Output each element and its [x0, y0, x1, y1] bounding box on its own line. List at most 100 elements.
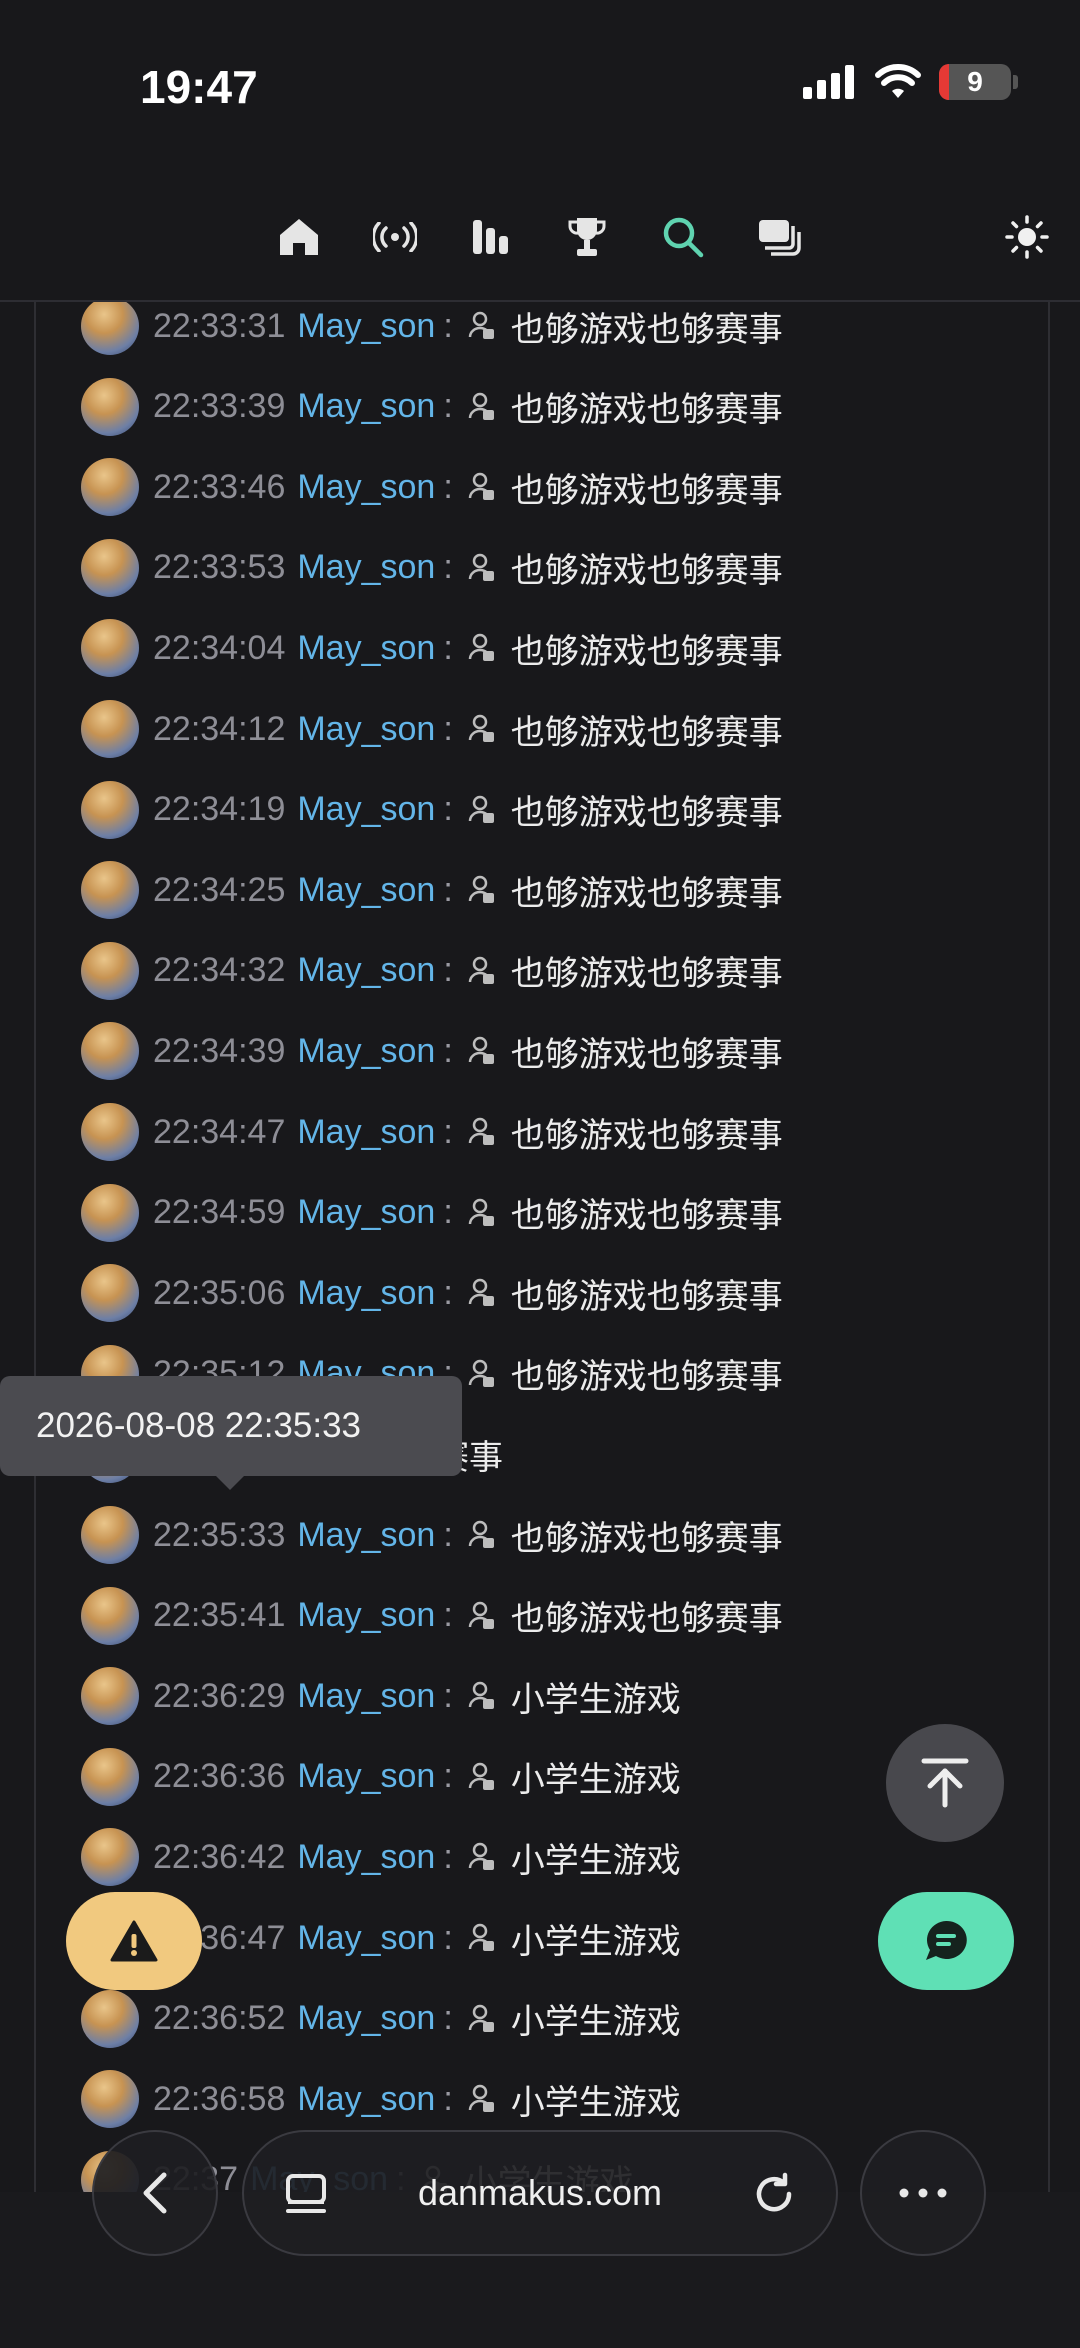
message-user[interactable]: May_son: [297, 871, 435, 910]
message-time[interactable]: 22:35:33: [153, 1516, 285, 1555]
search-icon[interactable]: [652, 206, 714, 268]
message-time[interactable]: 22:36:42: [153, 1838, 285, 1877]
message-user[interactable]: May_son: [297, 790, 435, 829]
user-badge-icon: [467, 956, 497, 986]
avatar[interactable]: [81, 780, 139, 839]
message-time[interactable]: 22:33:46: [153, 468, 285, 507]
danmaku-row[interactable]: 22:36:42 May_son: 小学生游戏: [81, 1817, 681, 1897]
message-time[interactable]: 22:36:36: [153, 1757, 285, 1796]
reload-icon[interactable]: [748, 2168, 800, 2220]
message-user[interactable]: May_son: [297, 1193, 435, 1232]
message-user[interactable]: May_son: [297, 1274, 435, 1313]
message-user[interactable]: May_son: [297, 1596, 435, 1635]
message-user[interactable]: May_son: [297, 1919, 435, 1958]
address-bar[interactable]: danmakus.com: [242, 2130, 838, 2256]
back-button[interactable]: [92, 2130, 218, 2256]
message-time[interactable]: 22:36:29: [153, 1677, 285, 1716]
danmaku-row[interactable]: 22:34:39 May_son: 也够游戏也够赛事: [81, 1011, 783, 1091]
danmaku-row[interactable]: 22:35:06 May_son: 也够游戏也够赛事: [81, 1253, 783, 1333]
scroll-to-top-button[interactable]: [886, 1724, 1004, 1842]
message-user[interactable]: May_son: [297, 710, 435, 749]
trophy-icon[interactable]: [556, 206, 618, 268]
avatar[interactable]: [81, 1586, 139, 1645]
message-time[interactable]: 22:35:06: [153, 1274, 285, 1313]
message-time[interactable]: 22:34:04: [153, 629, 285, 668]
message-user[interactable]: May_son: [297, 1838, 435, 1877]
danmaku-row[interactable]: 22:33:53 May_son: 也够游戏也够赛事: [81, 528, 783, 608]
avatar[interactable]: [81, 1667, 139, 1726]
danmaku-row[interactable]: 22:34:12 May_son: 也够游戏也够赛事: [81, 689, 783, 769]
message-user[interactable]: May_son: [297, 1032, 435, 1071]
avatar[interactable]: [81, 458, 139, 517]
stats-icon[interactable]: [460, 206, 522, 268]
avatar[interactable]: [81, 538, 139, 597]
danmaku-row[interactable]: 22:34:59 May_son: 也够游戏也够赛事: [81, 1173, 783, 1253]
danmaku-row[interactable]: 22:35:41 May_son: 也够游戏也够赛事: [81, 1576, 783, 1656]
sun-icon[interactable]: [996, 206, 1058, 268]
tooltip-arrow: [216, 1476, 244, 1490]
avatar[interactable]: [81, 1183, 139, 1242]
chat-button[interactable]: [878, 1892, 1014, 1990]
danmaku-row[interactable]: 22:34:25 May_son: 也够游戏也够赛事: [81, 850, 783, 930]
danmaku-row[interactable]: 22:36:29 May_son: 小学生游戏: [81, 1656, 681, 1736]
message-user[interactable]: May_son: [297, 629, 435, 668]
danmaku-row[interactable]: 22:36:52 May_son: 小学生游戏: [81, 1979, 681, 2059]
message-user[interactable]: May_son: [297, 1677, 435, 1716]
danmaku-row[interactable]: 22:34:47 May_son: 也够游戏也够赛事: [81, 1092, 783, 1172]
message-user[interactable]: May_son: [297, 548, 435, 587]
message-user[interactable]: May_son: [297, 2080, 435, 2119]
avatar[interactable]: [81, 2070, 139, 2129]
avatar[interactable]: [81, 1264, 139, 1323]
danmaku-row[interactable]: 22:33:39 May_son: 也够游戏也够赛事: [81, 367, 783, 447]
avatar[interactable]: [81, 1103, 139, 1161]
avatar[interactable]: [81, 377, 139, 436]
message-text: 也够游戏也够赛事: [510, 1116, 783, 1155]
danmaku-row[interactable]: 22:34:32 May_son: 也够游戏也够赛事: [81, 931, 783, 1011]
avatar[interactable]: [81, 1022, 139, 1081]
message-time[interactable]: 22:34:19: [153, 790, 285, 829]
message-time[interactable]: 22:34:39: [153, 1032, 285, 1071]
stack-icon[interactable]: [748, 206, 810, 268]
danmaku-row[interactable]: 22:36:36 May_son: 小学生游戏: [81, 1737, 681, 1817]
message-time[interactable]: 22:36:52: [153, 1999, 285, 2038]
message-user[interactable]: May_son: [297, 1757, 435, 1796]
message-text: 也够游戏也够赛事: [510, 794, 783, 833]
danmaku-row[interactable]: 22:33:31 May_son: 也够游戏也够赛事: [81, 300, 783, 366]
home-icon[interactable]: [268, 206, 330, 268]
avatar[interactable]: [81, 861, 139, 920]
message-user[interactable]: May_son: [297, 1516, 435, 1555]
message-time[interactable]: 22:34:59: [153, 1193, 285, 1232]
message-time[interactable]: 22:33:53: [153, 548, 285, 587]
danmaku-row[interactable]: 22:34:04 May_son: 也够游戏也够赛事: [81, 608, 783, 688]
message-time[interactable]: 22:33:39: [153, 387, 285, 426]
avatar[interactable]: [81, 619, 139, 678]
danmaku-row[interactable]: 22:35:33 May_son: 也够游戏也够赛事: [81, 1495, 783, 1575]
message-time[interactable]: 22:36:58: [153, 2080, 285, 2119]
avatar[interactable]: [81, 1828, 139, 1887]
message-time[interactable]: 22:34:32: [153, 951, 285, 990]
message-time[interactable]: 22:33:31: [153, 307, 285, 346]
more-button[interactable]: [860, 2130, 986, 2256]
message-user[interactable]: May_son: [297, 1999, 435, 2038]
live-broadcast-icon[interactable]: [364, 206, 426, 268]
danmaku-row[interactable]: 22:34:19 May_son: 也够游戏也够赛事: [81, 770, 783, 850]
message-text: 也够游戏也够赛事: [510, 471, 783, 510]
avatar[interactable]: [81, 300, 139, 355]
message-user[interactable]: May_son: [297, 1113, 435, 1152]
danmaku-row[interactable]: 22:33:46 May_son: 也够游戏也够赛事: [81, 447, 783, 527]
message-user[interactable]: May_son: [297, 468, 435, 507]
message-time[interactable]: 22:34:47: [153, 1113, 285, 1152]
message-time[interactable]: 22:34:12: [153, 710, 285, 749]
avatar[interactable]: [81, 1506, 139, 1564]
message-time[interactable]: 22:34:25: [153, 871, 285, 910]
message-user[interactable]: May_son: [297, 307, 435, 346]
message-user[interactable]: May_son: [297, 951, 435, 990]
danmaku-row[interactable]: 22:36:58 May_son: 小学生游戏: [81, 2059, 681, 2139]
avatar[interactable]: [81, 1989, 139, 2048]
message-time[interactable]: 22:35:41: [153, 1596, 285, 1635]
avatar[interactable]: [81, 700, 139, 758]
report-button[interactable]: [66, 1892, 202, 1990]
message-user[interactable]: May_son: [297, 387, 435, 426]
avatar[interactable]: [81, 1747, 139, 1806]
avatar[interactable]: [81, 941, 139, 1000]
